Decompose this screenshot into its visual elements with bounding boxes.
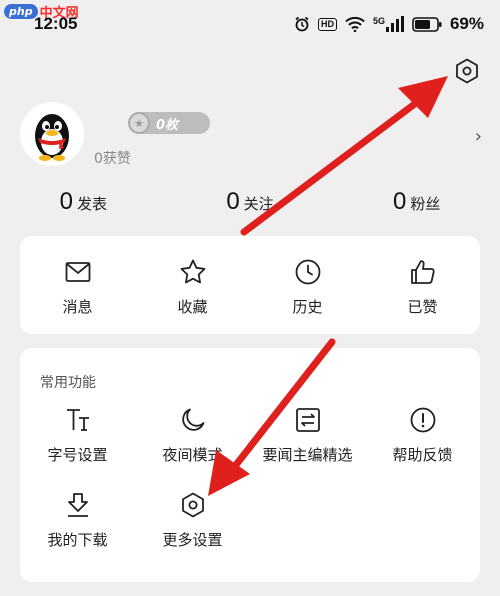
stat-label: 粉丝 (410, 195, 441, 213)
penguin-avatar-icon (20, 102, 84, 166)
watermark-badge: php (4, 4, 38, 19)
stats-row: 0 发表 0 关注 0 粉丝 (0, 188, 500, 228)
alarm-icon (295, 16, 309, 32)
func-item-label: 帮助反馈 (392, 446, 453, 464)
stat-value: 0 (392, 188, 407, 215)
chevron-right-icon[interactable]: › (475, 126, 482, 147)
coin-count: 0枚 (156, 117, 179, 133)
stat-label: 关注 (243, 195, 274, 213)
star-icon (179, 258, 207, 286)
wifi-icon (345, 16, 365, 32)
battery-percent: 69% (449, 14, 484, 33)
quick-actions-card: 消息 收藏 历史 已赞 (20, 236, 480, 334)
download-icon (64, 491, 92, 519)
stat-fans[interactable]: 0 粉丝 (333, 188, 500, 228)
hd-icon: HD (317, 17, 337, 31)
font-size-icon (64, 406, 92, 434)
quick-item-label: 历史 (292, 298, 323, 316)
status-time: 12:05 (34, 14, 78, 33)
quick-item-favorites[interactable]: 收藏 (135, 236, 250, 334)
section-title: 常用功能 (40, 375, 96, 391)
quick-item-liked[interactable]: 已赞 (365, 236, 480, 334)
settings-hexagon-icon (179, 491, 207, 519)
coin-icon: ★ (128, 112, 150, 134)
settings-hexagon-icon (456, 58, 478, 84)
quick-item-label: 已赞 (407, 298, 438, 316)
coin-badge[interactable]: ★ 0枚 (128, 112, 210, 134)
func-item-more-settings[interactable]: 更多设置 (135, 491, 250, 550)
profile-section[interactable]: ★ 0枚 0获赞 › (20, 102, 482, 182)
mail-icon (64, 258, 92, 286)
editor-picks-icon (294, 406, 322, 434)
func-item-editor-picks[interactable]: 要闻主编精选 (250, 406, 365, 465)
signal-icon (385, 16, 404, 32)
func-item-label: 要闻主编精选 (262, 446, 353, 464)
status-bar: php 中文网 12:05 HD 5G 69% (0, 0, 500, 48)
func-item-font-size[interactable]: 字号设置 (20, 406, 135, 465)
func-item-night-mode[interactable]: 夜间模式 (135, 406, 250, 465)
likes-count: 0获赞 (94, 151, 131, 167)
battery-icon (412, 16, 442, 32)
stat-label: 发表 (77, 195, 108, 213)
stat-following[interactable]: 0 关注 (167, 188, 334, 228)
functions-grid: 字号设置 夜间模式 要闻主编精选 帮助反馈 我的下载 更多设置 (20, 406, 480, 550)
quick-item-label: 收藏 (177, 298, 208, 316)
moon-icon (179, 406, 207, 434)
common-functions-card: 常用功能 字号设置 夜间模式 要闻主编精选 帮助反馈 我的下载 更多设置 (20, 348, 480, 582)
func-item-downloads[interactable]: 我的下载 (20, 491, 135, 550)
clock-icon (294, 258, 322, 286)
func-item-label: 夜间模式 (162, 446, 223, 464)
status-icons: HD 5G 69% (294, 14, 484, 34)
thumbs-up-icon (409, 258, 437, 286)
help-icon (409, 406, 437, 434)
func-item-label: 字号设置 (47, 446, 108, 464)
quick-item-history[interactable]: 历史 (250, 236, 365, 334)
network-type: 5G (372, 16, 385, 26)
func-item-label: 我的下载 (47, 531, 108, 549)
func-item-help[interactable]: 帮助反馈 (365, 406, 480, 465)
func-item-label: 更多设置 (162, 531, 223, 549)
stat-value: 0 (59, 188, 73, 215)
stat-posts[interactable]: 0 发表 (0, 188, 167, 228)
avatar[interactable] (20, 102, 84, 166)
stat-value: 0 (226, 188, 240, 215)
quick-item-messages[interactable]: 消息 (20, 236, 135, 334)
settings-button[interactable] (452, 56, 482, 86)
quick-item-label: 消息 (62, 298, 93, 316)
